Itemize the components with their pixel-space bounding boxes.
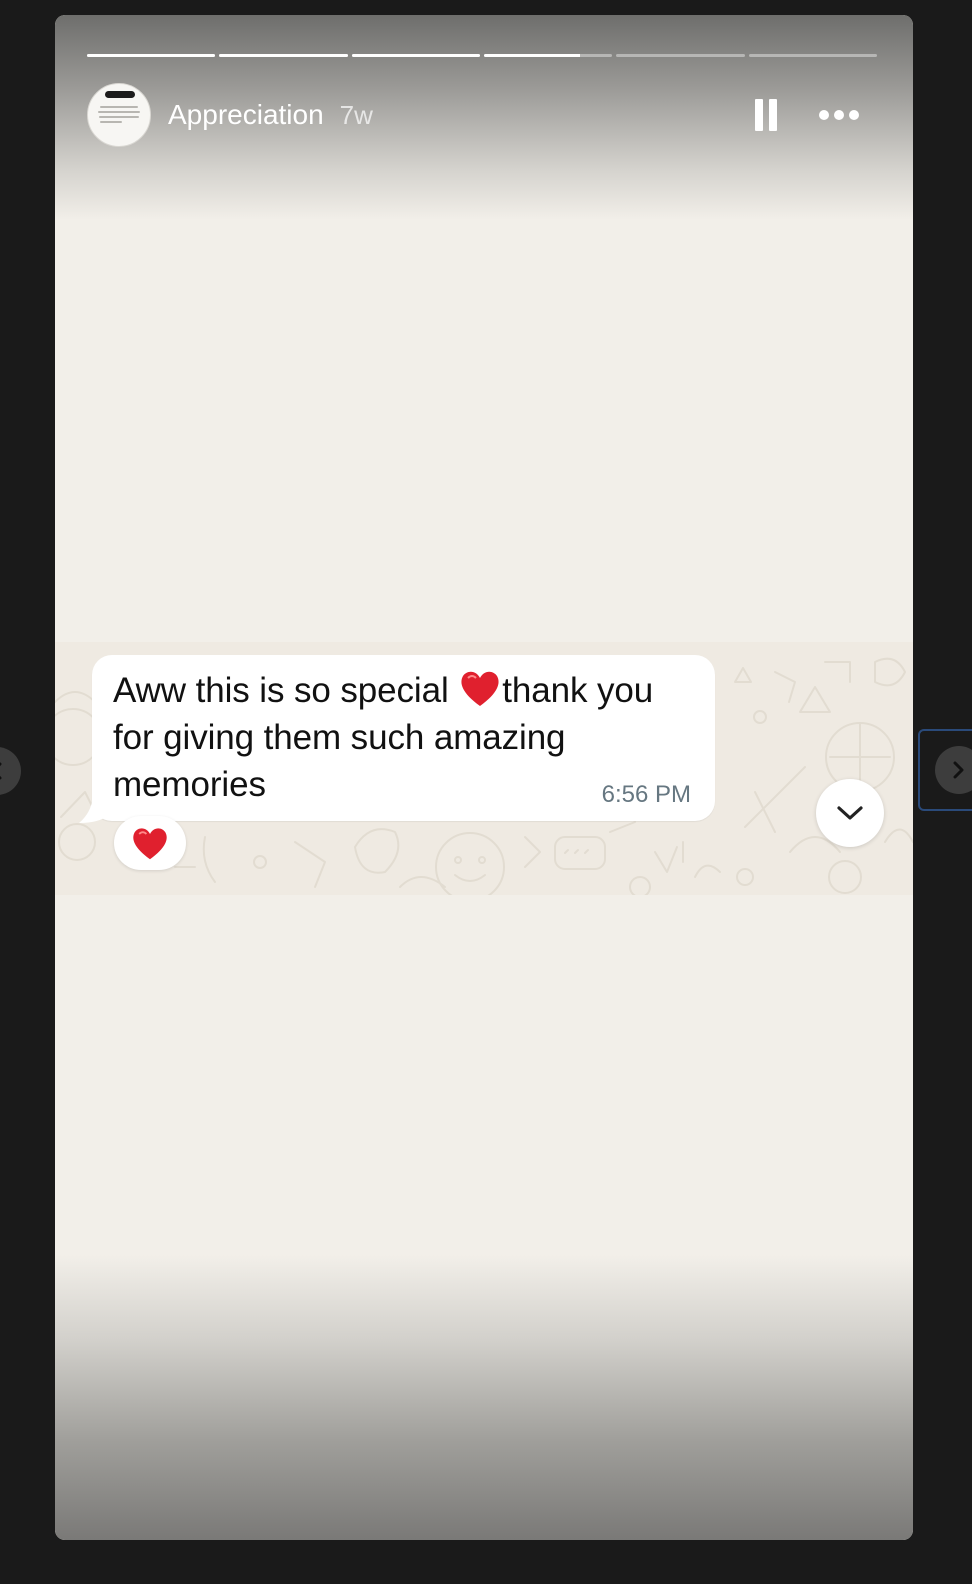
story-card[interactable]: Appreciation 7w Aww this is so special t… bbox=[55, 15, 913, 1540]
account-name[interactable]: Appreciation bbox=[168, 99, 324, 131]
progress-segment bbox=[87, 54, 216, 57]
pause-icon bbox=[755, 99, 763, 131]
previous-story-button[interactable] bbox=[0, 747, 21, 795]
story-progress-bar bbox=[87, 54, 877, 57]
chat-screenshot: Aww this is so special thank you for giv… bbox=[55, 642, 913, 895]
progress-segment bbox=[219, 54, 348, 57]
progress-segment bbox=[748, 54, 877, 57]
heart-reaction[interactable] bbox=[114, 816, 186, 870]
chevron-down-icon bbox=[837, 806, 863, 820]
more-options-button[interactable] bbox=[819, 110, 859, 120]
story-header: Appreciation 7w bbox=[87, 83, 877, 147]
message-text: Aww this is so special thank you for giv… bbox=[113, 667, 685, 808]
heart-emoji-icon bbox=[461, 671, 499, 706]
post-age: 7w bbox=[339, 99, 373, 130]
message-bubble[interactable]: Aww this is so special thank you for giv… bbox=[92, 655, 715, 821]
more-options-icon bbox=[819, 110, 829, 120]
progress-segment bbox=[616, 54, 745, 57]
bottom-gradient bbox=[55, 1255, 913, 1540]
progress-segment bbox=[483, 54, 613, 57]
message-timestamp: 6:56 PM bbox=[601, 781, 691, 808]
bubble-tail bbox=[79, 797, 109, 823]
pause-button[interactable] bbox=[755, 99, 779, 131]
chevron-right-icon bbox=[953, 761, 964, 779]
scroll-down-button[interactable] bbox=[816, 779, 884, 847]
story-viewer: Appreciation 7w Aww this is so special t… bbox=[0, 0, 972, 1584]
progress-segment bbox=[351, 54, 480, 57]
avatar[interactable] bbox=[87, 83, 151, 147]
chevron-left-icon bbox=[0, 762, 2, 780]
heart-icon bbox=[133, 828, 167, 860]
